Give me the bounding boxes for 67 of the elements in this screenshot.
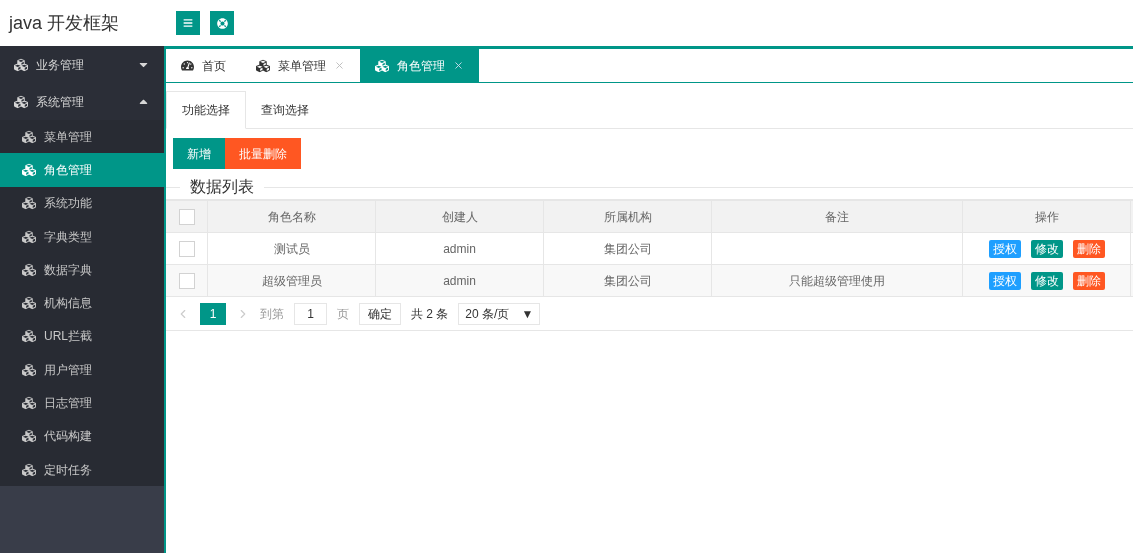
app-title: java 开发框架 bbox=[7, 11, 121, 35]
toolbar-button[interactable]: 新增 bbox=[173, 138, 225, 169]
confirm-button[interactable]: 确定 bbox=[359, 302, 401, 325]
table-cell-text: admin bbox=[443, 272, 476, 290]
menu-icon bbox=[183, 18, 193, 28]
cubes-icon bbox=[14, 57, 28, 72]
sidebar-group[interactable]: 系统管理 bbox=[0, 83, 164, 120]
page-tab[interactable]: 角色管理 bbox=[360, 49, 479, 82]
checkbox[interactable] bbox=[178, 208, 195, 225]
cubes-icon bbox=[22, 262, 36, 277]
total-count: 共 2 条 bbox=[411, 305, 449, 323]
page-unit: 页 bbox=[337, 305, 349, 323]
cubes-icon bbox=[256, 58, 270, 73]
close-icon[interactable] bbox=[334, 60, 345, 71]
column-header: 操作 bbox=[1034, 208, 1059, 226]
sidebar-item[interactable]: 系统功能 bbox=[0, 186, 164, 220]
column-header: 所属机构 bbox=[603, 208, 652, 226]
column-header: 备注 bbox=[825, 208, 849, 226]
checkbox[interactable] bbox=[178, 240, 195, 257]
table-cell-text: 超级管理员 bbox=[261, 272, 322, 290]
row-action-button[interactable]: 修改 bbox=[1030, 239, 1063, 258]
sidebar-item[interactable]: 菜单管理 bbox=[0, 120, 164, 154]
sidebar-item[interactable]: 角色管理 bbox=[0, 153, 164, 187]
close-icon[interactable] bbox=[453, 60, 464, 71]
cubes-icon bbox=[375, 58, 389, 73]
cubes-icon bbox=[22, 429, 36, 444]
sidebar-group[interactable]: 业务管理 bbox=[0, 46, 164, 83]
sidebar-item[interactable]: 用户管理 bbox=[0, 353, 164, 387]
life-ring-icon bbox=[216, 17, 228, 29]
help-button[interactable] bbox=[210, 11, 234, 35]
column-header: 角色名称 bbox=[267, 208, 316, 226]
cubes-icon bbox=[22, 396, 36, 410]
sidebar-item[interactable]: URL拦截 bbox=[0, 319, 164, 354]
sidebar-item[interactable]: 字典类型 bbox=[0, 219, 164, 254]
sidebar-item[interactable]: 机构信息 bbox=[0, 286, 164, 320]
gauge-icon bbox=[181, 59, 194, 72]
cubes-icon bbox=[22, 162, 36, 177]
sub-tab[interactable]: 功能选择 bbox=[166, 91, 246, 129]
table-cell-text: 集团公司 bbox=[603, 272, 652, 290]
page-tab[interactable]: 菜单管理 bbox=[241, 49, 360, 82]
table-cell-text: 只能超级管理使用 bbox=[789, 272, 885, 290]
sidebar-item[interactable]: 数据字典 bbox=[0, 253, 164, 287]
menu-button[interactable] bbox=[176, 11, 200, 35]
page-size-select[interactable]: 20 条/页 ▼ bbox=[458, 302, 541, 325]
sidebar-item[interactable]: 代码构建 bbox=[0, 419, 164, 453]
goto-label: 到第 bbox=[260, 305, 284, 323]
cubes-icon bbox=[22, 196, 36, 211]
sidebar-item[interactable]: 日志管理 bbox=[0, 386, 164, 420]
cubes-icon bbox=[22, 329, 36, 344]
page-tab[interactable]: 首页 bbox=[166, 49, 241, 82]
row-action-button[interactable]: 修改 bbox=[1030, 271, 1063, 290]
page-number[interactable]: 1 bbox=[200, 302, 226, 325]
table-cell-text: 测试员 bbox=[273, 240, 310, 258]
table-cell-text: admin bbox=[443, 240, 476, 258]
sidebar-item[interactable]: 定时任务 bbox=[0, 452, 164, 487]
cubes-icon bbox=[22, 362, 36, 377]
column-header: 创建人 bbox=[441, 208, 478, 226]
cubes-icon bbox=[22, 229, 36, 244]
cubes-icon bbox=[14, 94, 28, 109]
table-cell-text: 集团公司 bbox=[603, 240, 652, 258]
section-title: 数据列表 bbox=[189, 177, 255, 197]
sub-tab[interactable]: 查询选择 bbox=[246, 91, 324, 129]
cubes-icon bbox=[22, 296, 36, 311]
checkbox[interactable] bbox=[178, 272, 195, 289]
page-input[interactable]: 1 bbox=[294, 302, 327, 325]
cubes-icon bbox=[22, 462, 36, 477]
cubes-icon bbox=[22, 129, 36, 144]
